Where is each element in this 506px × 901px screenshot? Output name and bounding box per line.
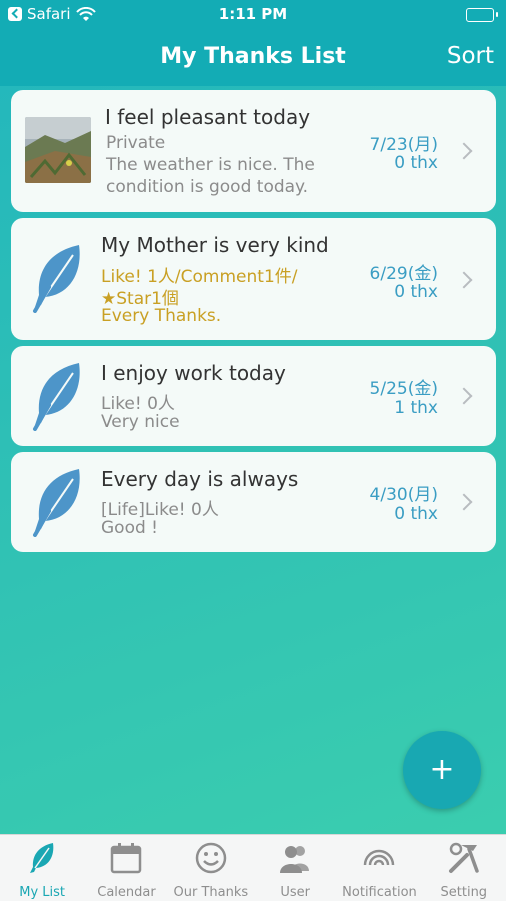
entry-status: Private: [106, 133, 166, 153]
tab-user[interactable]: User: [253, 835, 337, 901]
tab-setting[interactable]: Setting: [422, 835, 506, 901]
tab-label: Setting: [440, 885, 488, 900]
entry-title: I enjoy work today: [101, 361, 286, 385]
entry-date: 5/25(金): [369, 379, 438, 399]
thanks-list: I feel pleasant today Private The weathe…: [11, 90, 496, 558]
list-item[interactable]: I enjoy work today Like! 0人 Very nice 5/…: [11, 346, 496, 446]
entry-title: I feel pleasant today: [105, 105, 311, 129]
status-bar: Safari 1:11 PM: [0, 0, 506, 30]
chevron-right-icon: [455, 493, 473, 511]
status-time: 1:11 PM: [218, 5, 288, 23]
tab-our-thanks[interactable]: Our Thanks: [169, 835, 253, 901]
feather-icon: [33, 363, 80, 431]
list-item[interactable]: I feel pleasant today Private The weathe…: [11, 90, 496, 212]
tab-label: Calendar: [97, 885, 156, 900]
entry-body: The weather is nice. The: [106, 155, 315, 175]
entry-body: Every Thanks.: [101, 306, 222, 326]
navigation-bar: My Thanks List Sort: [0, 30, 506, 86]
list-item[interactable]: My Mother is very kind Like! 1人/Comment1…: [11, 218, 496, 340]
list-item[interactable]: Every day is always [Life]Like! 0人 Good …: [11, 452, 496, 552]
chevron-right-icon: [455, 387, 473, 405]
entry-date: 6/29(金): [369, 264, 438, 284]
entry-thx-count: 1 thx: [394, 398, 438, 418]
entry-body-2: condition is good today.: [106, 177, 309, 197]
feather-icon: [33, 469, 80, 537]
tab-label: Our Thanks: [173, 885, 249, 900]
page-title: My Thanks List: [160, 44, 346, 69]
photo-thumbnail: [25, 117, 91, 183]
sort-button[interactable]: Sort: [447, 43, 494, 69]
tab-label: Notification: [342, 885, 417, 900]
entry-thx-count: 0 thx: [394, 282, 438, 302]
entry-date: 4/30(月): [369, 485, 438, 505]
smiley-icon: [195, 842, 227, 874]
entry-thx-count: 0 thx: [394, 153, 438, 173]
feather-icon: [30, 843, 54, 873]
users-icon: [280, 846, 310, 873]
entry-body: Very nice: [101, 412, 180, 432]
entry-stats: [Life]Like! 0人: [101, 500, 219, 520]
signal-icon: [364, 849, 395, 866]
tab-notification[interactable]: Notification: [337, 835, 421, 901]
entry-title: My Mother is very kind: [101, 233, 329, 257]
entry-title: Every day is always: [101, 467, 299, 491]
battery-icon: [466, 8, 498, 22]
tab-calendar[interactable]: Calendar: [84, 835, 168, 901]
tab-my-list[interactable]: My List: [0, 835, 84, 901]
entry-thx-count: 0 thx: [394, 504, 438, 524]
entry-stats: Like! 0人: [101, 394, 175, 414]
entry-body: Good !: [101, 518, 158, 538]
tab-label: User: [280, 885, 310, 900]
calendar-icon: [111, 843, 142, 874]
chevron-right-icon: [455, 142, 473, 160]
chevron-right-icon: [455, 271, 473, 289]
add-thanks-button[interactable]: +: [403, 731, 481, 809]
tab-bar: My List Calendar Our Thanks User Notific…: [0, 834, 506, 901]
tab-label: My List: [19, 885, 66, 900]
entry-date: 7/23(月): [369, 135, 438, 155]
feather-icon: [33, 245, 80, 313]
tools-icon: [448, 842, 479, 873]
